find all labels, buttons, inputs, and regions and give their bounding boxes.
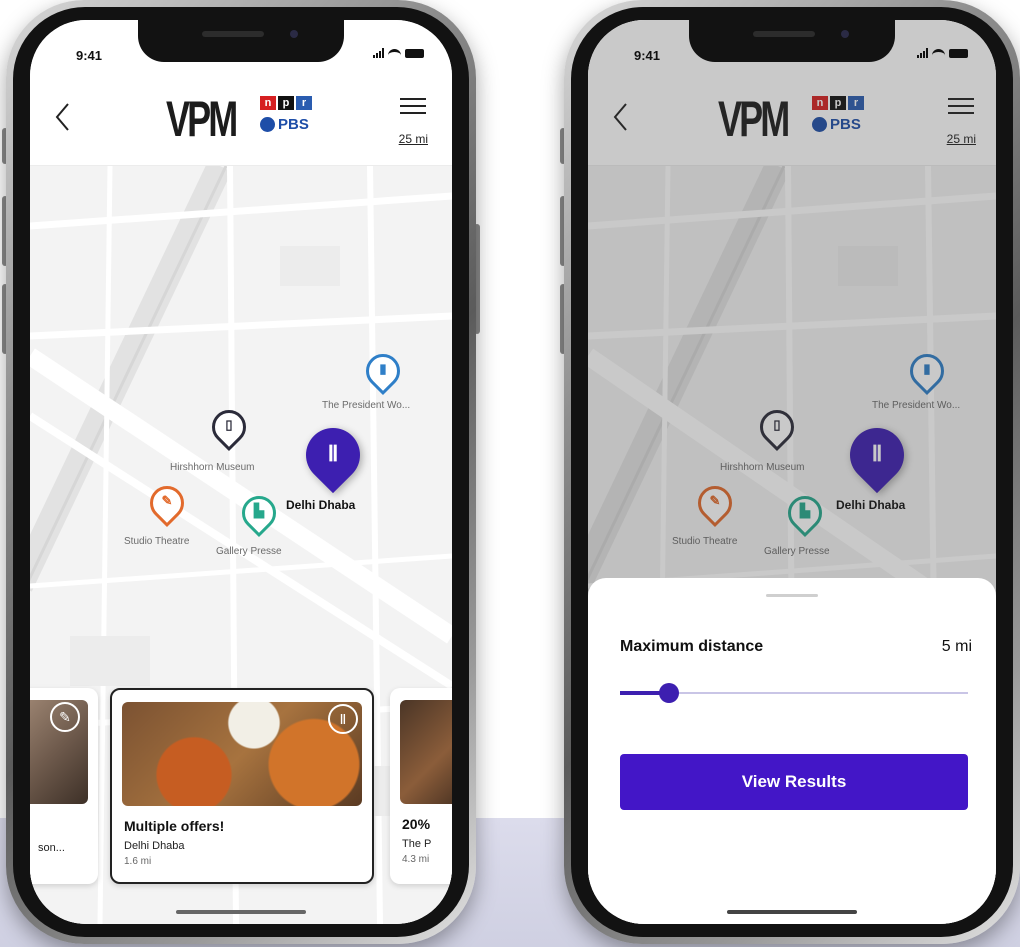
card-distance: 1.6 mi [124, 856, 152, 867]
phone-right: 9:41 VPM n p r PBS 25 mi ▮ The President… [560, 0, 1020, 944]
sheet-grab-handle[interactable] [766, 594, 818, 597]
card-title: 20% [402, 816, 431, 832]
vpm-logo: VPM n p r PBS [166, 94, 312, 144]
battery-icon [949, 48, 968, 58]
pin-label-selected: Delhi Dhaba [286, 498, 356, 512]
card-image [400, 700, 452, 804]
phone-icon: ▯ [225, 417, 233, 432]
pin-label: Hirshhorn Museum [170, 462, 255, 473]
app-screen: 9:41 VPM n p r PBS 25 mi ▮ The President… [30, 20, 452, 924]
app-screen: 9:41 VPM n p r PBS 25 mi ▮ The President… [588, 20, 996, 924]
npr-logo: n p r [260, 96, 312, 110]
map-pin-hirshhorn[interactable]: ▯ [204, 402, 254, 452]
luggage-icon: ▮ [379, 361, 387, 376]
distance-slider-thumb[interactable] [658, 683, 679, 703]
pin-label: Gallery Presse [216, 546, 282, 557]
card-title: Multiple offers! [124, 818, 225, 834]
fork-knife-icon: Ⅱ [328, 704, 358, 734]
view-results-button[interactable]: View Results [620, 754, 968, 810]
signal-icon [373, 48, 384, 58]
ticket-icon: ✎ [50, 702, 80, 732]
home-indicator[interactable] [176, 910, 306, 914]
pin-label: Studio Theatre [124, 536, 190, 547]
status-bar: 9:41 [588, 42, 996, 66]
ticket-icon: ✎ [161, 493, 173, 508]
card-subtitle: son... [38, 842, 65, 854]
card-subtitle: Delhi Dhaba [124, 840, 185, 852]
phone-left: 9:41 VPM n p r PBS 25 mi ▮ The President… [2, 0, 480, 944]
card-distance: 4.3 mi [402, 854, 430, 865]
pin-label: The President Wo... [322, 400, 411, 411]
list-menu-icon[interactable] [400, 98, 426, 119]
map-pin-delhi-dhaba[interactable]: Ⅱ [294, 416, 372, 494]
max-distance-label: Maximum distance [620, 638, 764, 655]
map-pin-studio-theatre[interactable]: ✎ [142, 478, 192, 528]
map-pin-gallery-presse[interactable]: ▙ [234, 488, 284, 538]
battery-icon [405, 48, 424, 58]
offer-card-prev[interactable]: ✎ son... [30, 688, 98, 884]
pbs-logo: PBS [260, 116, 312, 133]
vpm-wordmark: VPM [166, 91, 238, 147]
shopping-bag-icon: ▙ [254, 503, 264, 518]
distance-filter-sheet: Maximum distance 5 mi View Results [588, 578, 996, 924]
fork-knife-icon: Ⅱ [327, 441, 339, 466]
signal-icon [917, 48, 928, 58]
max-distance-value: 5 mi [941, 638, 972, 655]
wifi-icon [932, 48, 945, 58]
back-chevron-icon[interactable] [52, 100, 72, 134]
distance-link[interactable]: 25 mi [399, 132, 428, 146]
pbs-head-icon [260, 117, 275, 132]
card-image [122, 702, 362, 806]
offer-card-selected[interactable]: Ⅱ Multiple offers! Delhi Dhaba 1.6 mi [110, 688, 374, 884]
home-indicator[interactable] [727, 910, 857, 914]
offer-card-next[interactable]: 20% The P 4.3 mi [390, 688, 452, 884]
map-pin-president[interactable]: ▮ [358, 346, 408, 396]
card-subtitle: The P [402, 838, 432, 850]
wifi-icon [388, 48, 401, 58]
status-time: 9:41 [76, 48, 103, 63]
status-time: 9:41 [634, 48, 661, 63]
status-bar: 9:41 [30, 42, 452, 66]
